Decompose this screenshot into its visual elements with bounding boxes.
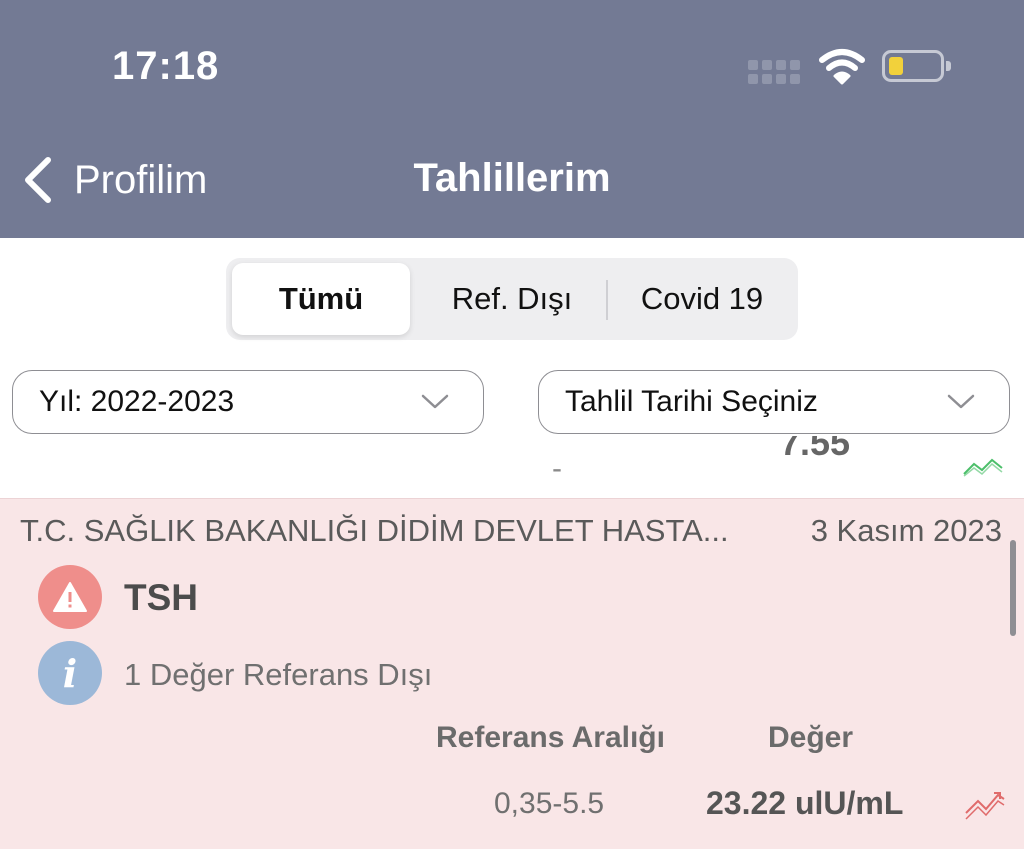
warning-icon [38,565,102,629]
partial-value: 7.55 [780,436,851,463]
test-date-select[interactable]: Tahlil Tarihi Seçiniz [538,370,1010,434]
chevron-down-icon [947,394,975,409]
result-card[interactable]: T.C. SAĞLIK BAKANLIĞI DİDİM DEVLET HASTA… [0,498,1024,849]
reference-range-header: Referans Aralığı [436,721,665,754]
cellular-signal-icon [748,60,802,86]
battery-icon [882,50,951,82]
wifi-icon [819,49,865,85]
test-name: TSH [124,577,198,618]
chevron-down-icon [421,394,449,409]
page-title: Tahlillerim [413,156,611,200]
year-select-value: Yıl: 2022-2023 [39,385,235,418]
scrollbar[interactable] [1010,540,1016,636]
segmented-control: Tümü Ref. Dışı Covid 19 [226,258,798,340]
status-time: 17:18 [112,44,220,88]
info-icon: i [38,641,102,705]
result-date: 3 Kasım 2023 [810,513,1002,548]
reference-range-value: 0,35-5.5 [494,787,605,820]
segment-out-of-range[interactable]: Ref. Dışı [422,258,602,340]
segment-all[interactable]: Tümü [232,263,410,335]
segment-divider [606,280,608,320]
hospital-name: T.C. SAĞLIK BAKANLIĞI DİDİM DEVLET HASTA… [20,513,729,548]
segment-covid19[interactable]: Covid 19 [612,258,792,340]
year-select[interactable]: Yıl: 2022-2023 [12,370,484,434]
result-value: 23.22 ulU/mL [706,785,904,821]
trend-chart-icon[interactable] [964,787,1006,821]
trend-chart-icon[interactable] [962,454,1004,478]
partial-result-row: - 7.55 [0,436,1024,498]
value-header: Değer [768,721,854,754]
test-date-select-value: Tahlil Tarihi Seçiniz [565,385,818,418]
navigation-header: 17:18 Profilim Tahlillerim [0,0,1024,238]
partial-ref-range: - [552,452,562,485]
out-of-range-note: 1 Değer Referans Dışı [124,657,433,692]
